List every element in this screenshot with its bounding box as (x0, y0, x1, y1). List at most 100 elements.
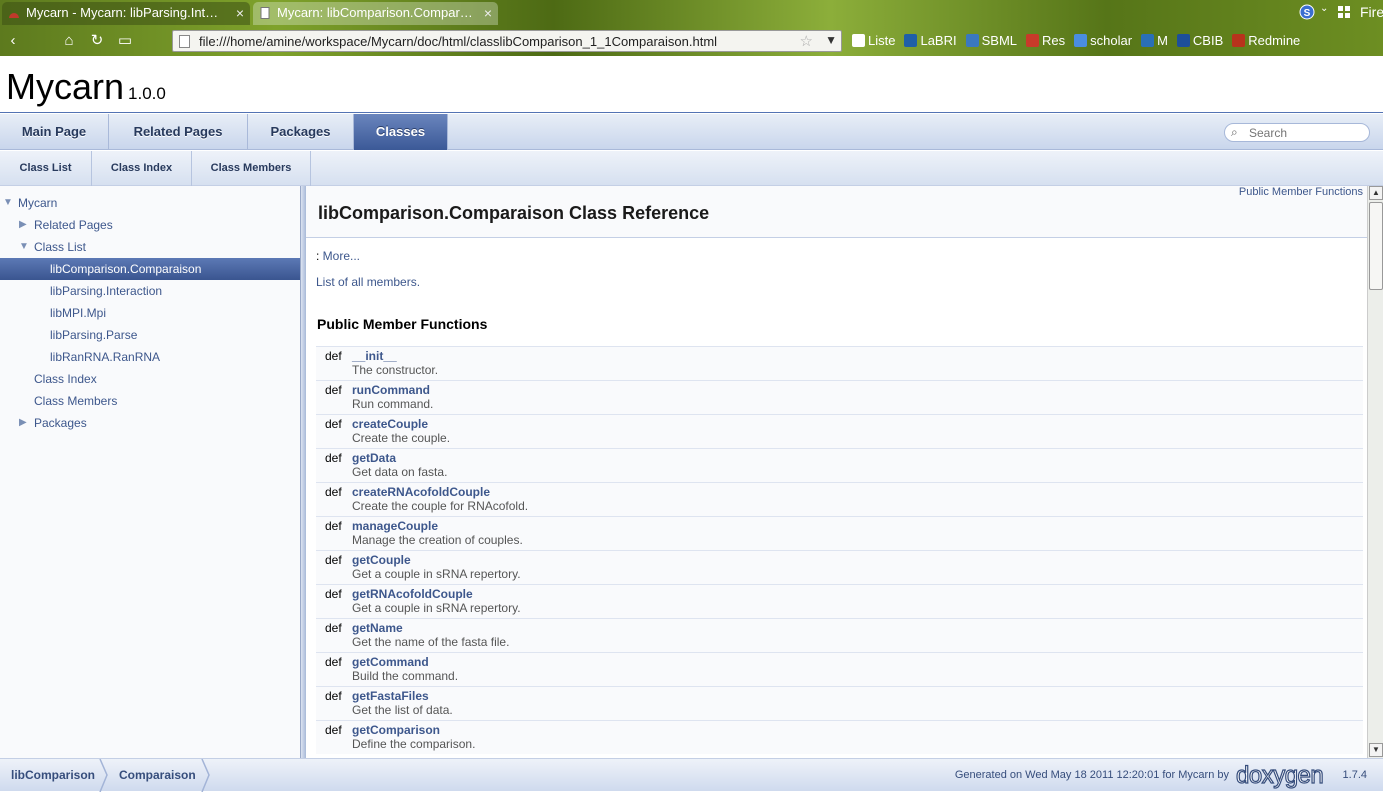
tree-item-label: Mycarn (18, 196, 58, 210)
nav-tree: ▼ Mycarn ▶ Related Pages ▼ Class List libCompa… (0, 186, 300, 758)
search-box[interactable]: ⌕ (1224, 123, 1370, 142)
expanded-arrow-icon[interactable]: ▼ (3, 192, 13, 214)
tree-item[interactable]: libParsing.Interaction (0, 280, 300, 302)
member-row: def getFastaFiles Get the list of data. (316, 686, 1363, 720)
grid-icon[interactable] (1337, 5, 1351, 19)
browser-name: Firefox (1360, 4, 1383, 20)
chevron-down-icon[interactable]: ⌄ (1320, 3, 1328, 14)
member-description: Manage the creation of couples. (352, 533, 523, 547)
doxygen-version: 1.7.4 (1342, 769, 1367, 781)
bookmark-liste[interactable]: Liste (852, 32, 895, 50)
navigation-toolbar: ‹ ⌂ ↻ ▭ ☆ ▼ Liste LaBRI SBML Res scholar M CBI… (0, 28, 1383, 54)
bookmark-scholar[interactable]: scholar (1074, 32, 1132, 50)
tab-classes[interactable]: Classes (354, 114, 448, 150)
member-keyword: def (325, 349, 342, 363)
home-icon[interactable]: ⌂ (60, 32, 78, 50)
tree-item[interactable]: Class Index (0, 368, 300, 390)
member-row: def manageCouple Manage the creation of co… (316, 516, 1363, 550)
more-link[interactable]: More... (323, 249, 360, 263)
title-area: Mycarn 1.0.0 (0, 56, 1383, 113)
bookmark-m[interactable]: M (1141, 32, 1168, 50)
tree-item-label: Class Index (34, 372, 97, 386)
member-name-link[interactable]: getCommand (352, 655, 429, 669)
tab-class-list[interactable]: Class List (0, 151, 92, 186)
member-row: def getName Get the name of the fasta file… (316, 618, 1363, 652)
search-input[interactable] (1249, 125, 1365, 140)
member-row: def createCouple Create the couple. (316, 414, 1363, 448)
bookmark-labri[interactable]: LaBRI (904, 32, 957, 50)
member-name-link[interactable]: getCouple (352, 553, 411, 567)
all-members-link[interactable]: List of all members. (316, 275, 420, 289)
scroll-down-icon[interactable]: ▼ (1369, 743, 1383, 757)
tree-item-label: libMPI.Mpi (50, 306, 107, 320)
bookmark-cbib[interactable]: CBIB (1176, 32, 1223, 50)
member-name-link[interactable]: createRNAcofoldCouple (352, 485, 490, 499)
member-name-link[interactable]: __init__ (352, 349, 397, 363)
member-row: def getData Get data on fasta. (316, 448, 1363, 482)
tab-related-pages[interactable]: Related Pages (109, 114, 248, 150)
tree-item[interactable]: ▶ Packages (0, 412, 300, 434)
bookmark-redmine[interactable]: Redmine (1232, 32, 1300, 50)
member-name-link[interactable]: getRNAcofoldCouple (352, 587, 473, 601)
tree-item[interactable]: ▼ Mycarn (0, 192, 300, 214)
collapsed-arrow-icon[interactable]: ▶ (19, 214, 27, 236)
member-name-link[interactable]: getData (352, 451, 396, 465)
tree-item-label: libRanRNA.RanRNA (50, 350, 161, 364)
member-row: def createRNAcofoldCouple Create the coupl… (316, 482, 1363, 516)
member-row: def __init__ The constructor. (316, 346, 1363, 380)
breadcrumb-item[interactable]: libComparison (11, 759, 95, 792)
tree-item[interactable]: libParsing.Parse (0, 324, 300, 346)
bookmark-label: LaBRI (920, 33, 957, 48)
doxygen-logo-text: doxygen (1236, 763, 1323, 789)
tab-class-members[interactable]: Class Members (192, 151, 311, 186)
header: Public Member Functions libComparison.Co… (306, 186, 1367, 238)
tree-item[interactable]: ▶ Related Pages (0, 214, 300, 236)
bookmark-sbml[interactable]: SBML (965, 32, 1017, 50)
member-name-link[interactable]: manageCouple (352, 519, 438, 533)
browser-tab-1[interactable]: Mycarn - Mycarn: libParsing.Int… × (2, 2, 250, 25)
tab-packages[interactable]: Packages (248, 114, 354, 150)
search-icon[interactable]: ⌕ (1231, 125, 1238, 140)
member-name-link[interactable]: getFastaFiles (352, 689, 429, 703)
tab-main-page[interactable]: Main Page (0, 114, 109, 150)
member-description: Get a couple in sRNA repertory. (352, 567, 521, 581)
bookmark-label: Liste (868, 33, 896, 48)
reload-icon[interactable]: ↻ (88, 32, 106, 50)
sync-icon[interactable]: S (1299, 4, 1315, 20)
tree-item-label: Packages (34, 416, 87, 430)
breadcrumb-item[interactable]: Comparaison (119, 759, 196, 792)
address-bar[interactable]: ☆ ▼ (172, 30, 842, 52)
back-icon[interactable]: ‹ (4, 32, 22, 50)
browser-tab-2[interactable]: Mycarn: libComparison.Compar… × (253, 2, 498, 25)
tree-item-label: Class Members (34, 394, 118, 408)
folder-icon[interactable]: ▭ (116, 32, 134, 50)
summary-link[interactable]: Public Member Functions (1239, 186, 1363, 198)
close-tab-icon[interactable]: × (236, 2, 244, 24)
member-name-link[interactable]: getName (352, 621, 403, 635)
collapsed-arrow-icon[interactable]: ▶ (19, 412, 27, 434)
member-description: Get data on fasta. (352, 465, 448, 479)
member-row: def runCommand Run command. (316, 380, 1363, 414)
member-name-link[interactable]: createCouple (352, 417, 428, 431)
tree-item[interactable]: libComparison.Comparaison (0, 258, 300, 280)
member-keyword: def (325, 621, 342, 635)
member-name-link[interactable]: runCommand (352, 383, 430, 397)
tree-item[interactable]: libMPI.Mpi (0, 302, 300, 324)
tab-class-index[interactable]: Class Index (92, 151, 192, 186)
expanded-arrow-icon[interactable]: ▼ (19, 236, 29, 258)
tree-item[interactable]: Class Members (0, 390, 300, 412)
url-input[interactable] (199, 33, 799, 50)
scroll-thumb[interactable] (1369, 202, 1383, 290)
doxygen-logo-icon[interactable]: doxygen (1234, 763, 1338, 789)
scroll-up-icon[interactable]: ▲ (1369, 186, 1383, 200)
url-dropdown-icon[interactable]: ▼ (825, 33, 837, 47)
close-tab-icon[interactable]: × (484, 2, 492, 24)
tree-item[interactable]: ▼ Class List (0, 236, 300, 258)
vertical-scrollbar[interactable]: ▲ ▼ (1367, 186, 1383, 758)
bookmark-star-icon[interactable]: ☆ (800, 32, 813, 50)
member-name-link[interactable]: getComparison (352, 723, 440, 737)
tree-item[interactable]: libRanRNA.RanRNA (0, 346, 300, 368)
member-description: Get the list of data. (352, 703, 453, 717)
member-description: Define the comparison. (352, 737, 476, 751)
bookmark-res[interactable]: Res (1026, 32, 1065, 50)
